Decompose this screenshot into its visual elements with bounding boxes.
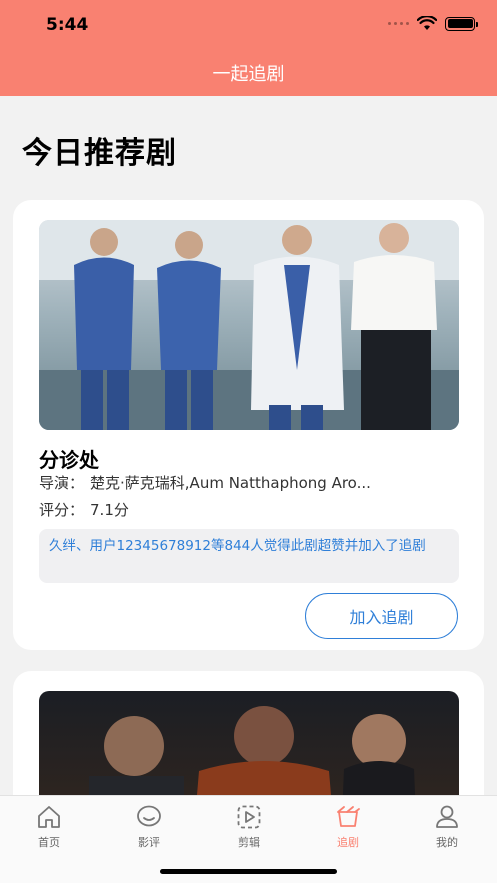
status-icons	[388, 16, 478, 31]
user-icon	[436, 805, 458, 828]
director-label: 导演：	[39, 474, 85, 492]
tab-profile-label: 我的	[436, 836, 458, 849]
drama-title: 分诊处	[39, 448, 99, 472]
play-icon	[237, 805, 261, 829]
tab-bar: 首页 影评 剪辑 追剧 我的	[0, 795, 497, 883]
header: 5:44 一起追剧	[0, 0, 497, 96]
tab-clips-label: 剪辑	[238, 836, 260, 849]
follow-drama-button[interactable]: 加入追剧	[305, 593, 458, 639]
status-bar: 5:44	[0, 0, 497, 50]
rating-label: 评分：	[39, 501, 85, 519]
rating-value: 7.1分	[90, 501, 129, 519]
tab-home[interactable]: 首页	[14, 804, 84, 850]
status-time: 5:44	[46, 15, 89, 35]
battery-icon	[445, 16, 478, 31]
director-line: 导演： 楚克·萨克瑞科,Aum Natthaphong Aro...	[39, 472, 459, 493]
chat-icon	[137, 805, 161, 827]
tab-clips[interactable]: 剪辑	[214, 804, 284, 850]
tab-home-label: 首页	[38, 836, 60, 849]
director-value: 楚克·萨克瑞科,Aum Natthaphong Aro...	[90, 474, 371, 492]
poster-illustration	[39, 220, 459, 430]
drama-card[interactable]: 分诊处 导演： 楚克·萨克瑞科,Aum Natthaphong Aro... 评分…	[13, 200, 484, 650]
tab-follow[interactable]: 追剧	[313, 804, 383, 850]
home-indicator	[160, 869, 337, 874]
home-icon	[38, 806, 60, 828]
tab-reviews[interactable]: 影评	[114, 804, 184, 850]
tab-profile[interactable]: 我的	[412, 804, 482, 850]
nav-title: 一起追剧	[212, 64, 285, 85]
section-title: 今日推荐剧	[22, 136, 177, 171]
tab-reviews-label: 影评	[138, 836, 160, 849]
clapper-icon	[337, 806, 360, 827]
like-summary[interactable]: 久绊、用户12345678912等844人觉得此剧超赞并加入了追剧	[39, 529, 459, 583]
wifi-icon	[417, 16, 437, 30]
rating-line: 评分： 7.1分	[39, 499, 459, 520]
signal-icon	[388, 22, 409, 25]
tab-follow-label: 追剧	[337, 836, 359, 849]
drama-poster[interactable]	[39, 220, 459, 430]
